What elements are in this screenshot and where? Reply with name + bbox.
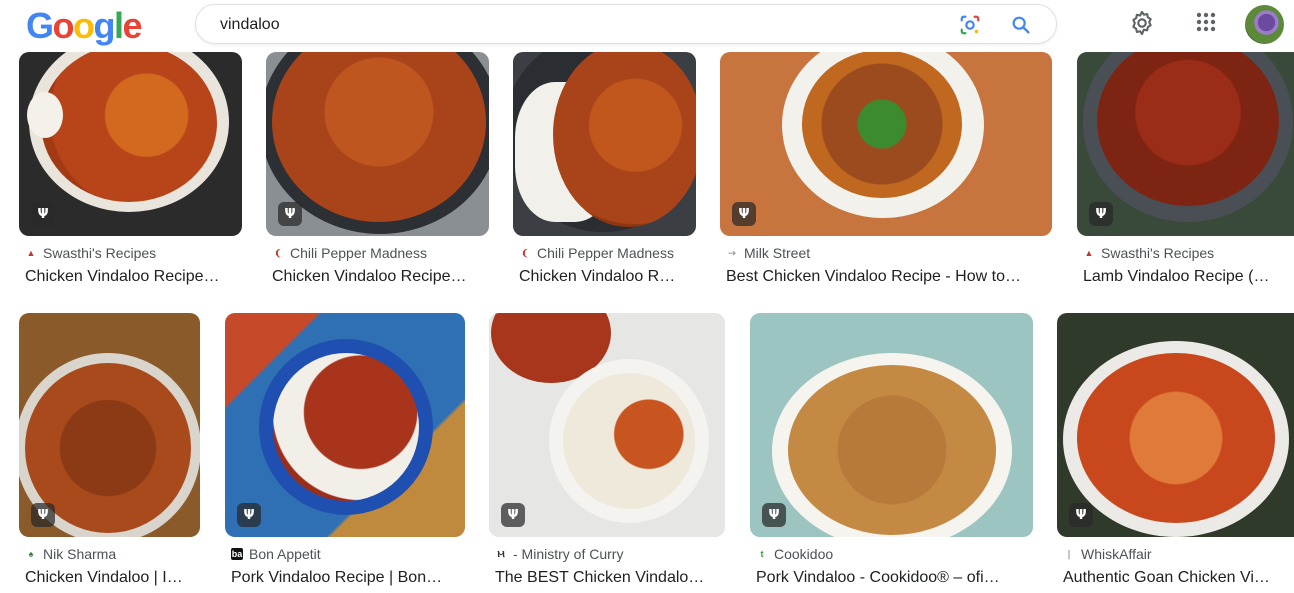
image-result[interactable]: Ψ ⇢ Milk Street Best Chicken Vindaloo Rec… [720, 52, 1052, 292]
result-title[interactable]: Chicken Vindaloo Recipe… [272, 268, 489, 286]
result-source[interactable]: ❘ WhiskAffair [1063, 546, 1152, 562]
source-name: Chili Pepper Madness [537, 245, 674, 261]
google-logo[interactable]: Google [26, 5, 143, 46]
image-result[interactable]: Ψ Ⲙ - Ministry of Curry The BEST Chicken … [489, 313, 725, 593]
source-name: Milk Street [744, 245, 811, 261]
source-name: Cookidoo [774, 546, 834, 562]
logo-letter: e [122, 5, 143, 46]
source-name: - Ministry of Curry [513, 546, 624, 562]
site-favicon: ❨ [274, 247, 282, 258]
image-result[interactable]: ❨ Chili Pepper Madness Chicken Vindaloo R… [513, 52, 696, 292]
fork-knife-icon: Ψ [1069, 503, 1093, 527]
image-result[interactable]: Ψ ♠ Nik Sharma Chicken Vindaloo | I… [19, 313, 200, 593]
source-name: Chili Pepper Madness [290, 245, 427, 261]
result-thumbnail[interactable]: Ψ [19, 52, 242, 236]
site-favicon: Ⲙ [497, 548, 505, 559]
fork-knife-icon: Ψ [501, 503, 525, 527]
source-name: Nik Sharma [43, 546, 117, 562]
fork-knife-icon: Ψ [732, 202, 756, 226]
image-result[interactable]: Ψ ▲ Swasthi's Recipes Lamb Vindaloo Recip… [1077, 52, 1294, 292]
gear-icon[interactable] [1128, 9, 1156, 37]
result-thumbnail[interactable]: Ψ [1077, 52, 1294, 236]
result-title[interactable]: Pork Vindaloo Recipe | Bon… [231, 569, 465, 587]
result-source[interactable]: ▲ Swasthi's Recipes [25, 245, 157, 261]
source-name: Bon Appetit [249, 546, 321, 562]
result-source[interactable]: ❨ Chili Pepper Madness [272, 245, 427, 261]
result-title[interactable]: Pork Vindaloo - Cookidoo® – ofi… [756, 569, 1033, 587]
result-source[interactable]: Ⲙ - Ministry of Curry [495, 546, 623, 562]
result-source[interactable]: ♠ Nik Sharma [25, 546, 117, 562]
site-favicon: ❨ [521, 247, 529, 258]
fork-knife-icon: Ψ [31, 202, 55, 226]
site-favicon: ❘ [1065, 548, 1073, 559]
fork-knife-icon: Ψ [237, 503, 261, 527]
result-title[interactable]: Best Chicken Vindaloo Recipe - How to… [726, 268, 1052, 286]
result-source[interactable]: ▲ Swasthi's Recipes [1083, 245, 1215, 261]
image-result[interactable]: Ψ ❘ WhiskAffair Authentic Goan Chicken Vi… [1057, 313, 1294, 593]
logo-letter: g [93, 5, 116, 46]
header: Google [0, 0, 1294, 52]
image-result[interactable]: Ψ ▲ Swasthi's Recipes Chicken Vindaloo Re… [19, 52, 242, 292]
image-result[interactable]: Ψ t Cookidoo Pork Vindaloo - Cookidoo® – … [750, 313, 1033, 593]
result-thumbnail[interactable]: Ψ [1057, 313, 1294, 537]
result-title[interactable]: Chicken Vindaloo R… [519, 268, 696, 286]
site-favicon: ▲ [26, 248, 36, 258]
result-title[interactable]: The BEST Chicken Vindalo… [495, 569, 725, 587]
site-favicon: ba [231, 548, 243, 560]
fork-knife-icon: Ψ [278, 202, 302, 226]
search-box[interactable] [195, 4, 1057, 44]
result-thumbnail[interactable]: Ψ [750, 313, 1033, 537]
image-result[interactable]: Ψ ❨ Chili Pepper Madness Chicken Vindaloo… [266, 52, 489, 292]
source-name: Swasthi's Recipes [43, 245, 157, 261]
fork-knife-icon: Ψ [31, 503, 55, 527]
result-thumbnail[interactable]: Ψ [720, 52, 1052, 236]
logo-letter: l [114, 5, 124, 46]
logo-letter: o [73, 5, 95, 46]
site-favicon: ▲ [1084, 248, 1094, 258]
result-thumbnail[interactable]: Ψ [489, 313, 725, 537]
image-result[interactable]: Ψ ba Bon Appetit Pork Vindaloo Recipe | B… [225, 313, 465, 593]
result-thumbnail[interactable] [513, 52, 696, 236]
search-icon[interactable] [1010, 14, 1032, 36]
result-thumbnail[interactable]: Ψ [225, 313, 465, 537]
google-lens-icon[interactable] [959, 14, 981, 36]
logo-letter: o [52, 5, 75, 46]
result-thumbnail[interactable]: Ψ [19, 313, 200, 537]
apps-grid-icon[interactable] [1194, 10, 1218, 34]
fork-knife-icon: Ψ [1089, 202, 1113, 226]
result-title[interactable]: Lamb Vindaloo Recipe (… [1083, 268, 1294, 286]
result-title[interactable]: Authentic Goan Chicken Vi… [1063, 569, 1294, 587]
result-title[interactable]: Chicken Vindaloo Recipe… [25, 268, 242, 286]
site-favicon: ⇢ [728, 247, 736, 258]
site-favicon: t [760, 549, 764, 559]
result-source[interactable]: t Cookidoo [756, 546, 834, 562]
result-source[interactable]: ⇢ Milk Street [726, 245, 810, 261]
source-name: Swasthi's Recipes [1101, 245, 1215, 261]
account-avatar[interactable] [1245, 5, 1284, 44]
result-thumbnail[interactable]: Ψ [266, 52, 489, 236]
result-source[interactable]: ba Bon Appetit [231, 546, 321, 562]
fork-knife-icon: Ψ [762, 503, 786, 527]
logo-letter: G [26, 5, 54, 46]
result-source[interactable]: ❨ Chili Pepper Madness [519, 245, 674, 261]
search-input[interactable] [220, 14, 920, 36]
result-title[interactable]: Chicken Vindaloo | I… [25, 569, 200, 587]
site-favicon: ♠ [28, 549, 34, 559]
source-name: WhiskAffair [1081, 546, 1152, 562]
